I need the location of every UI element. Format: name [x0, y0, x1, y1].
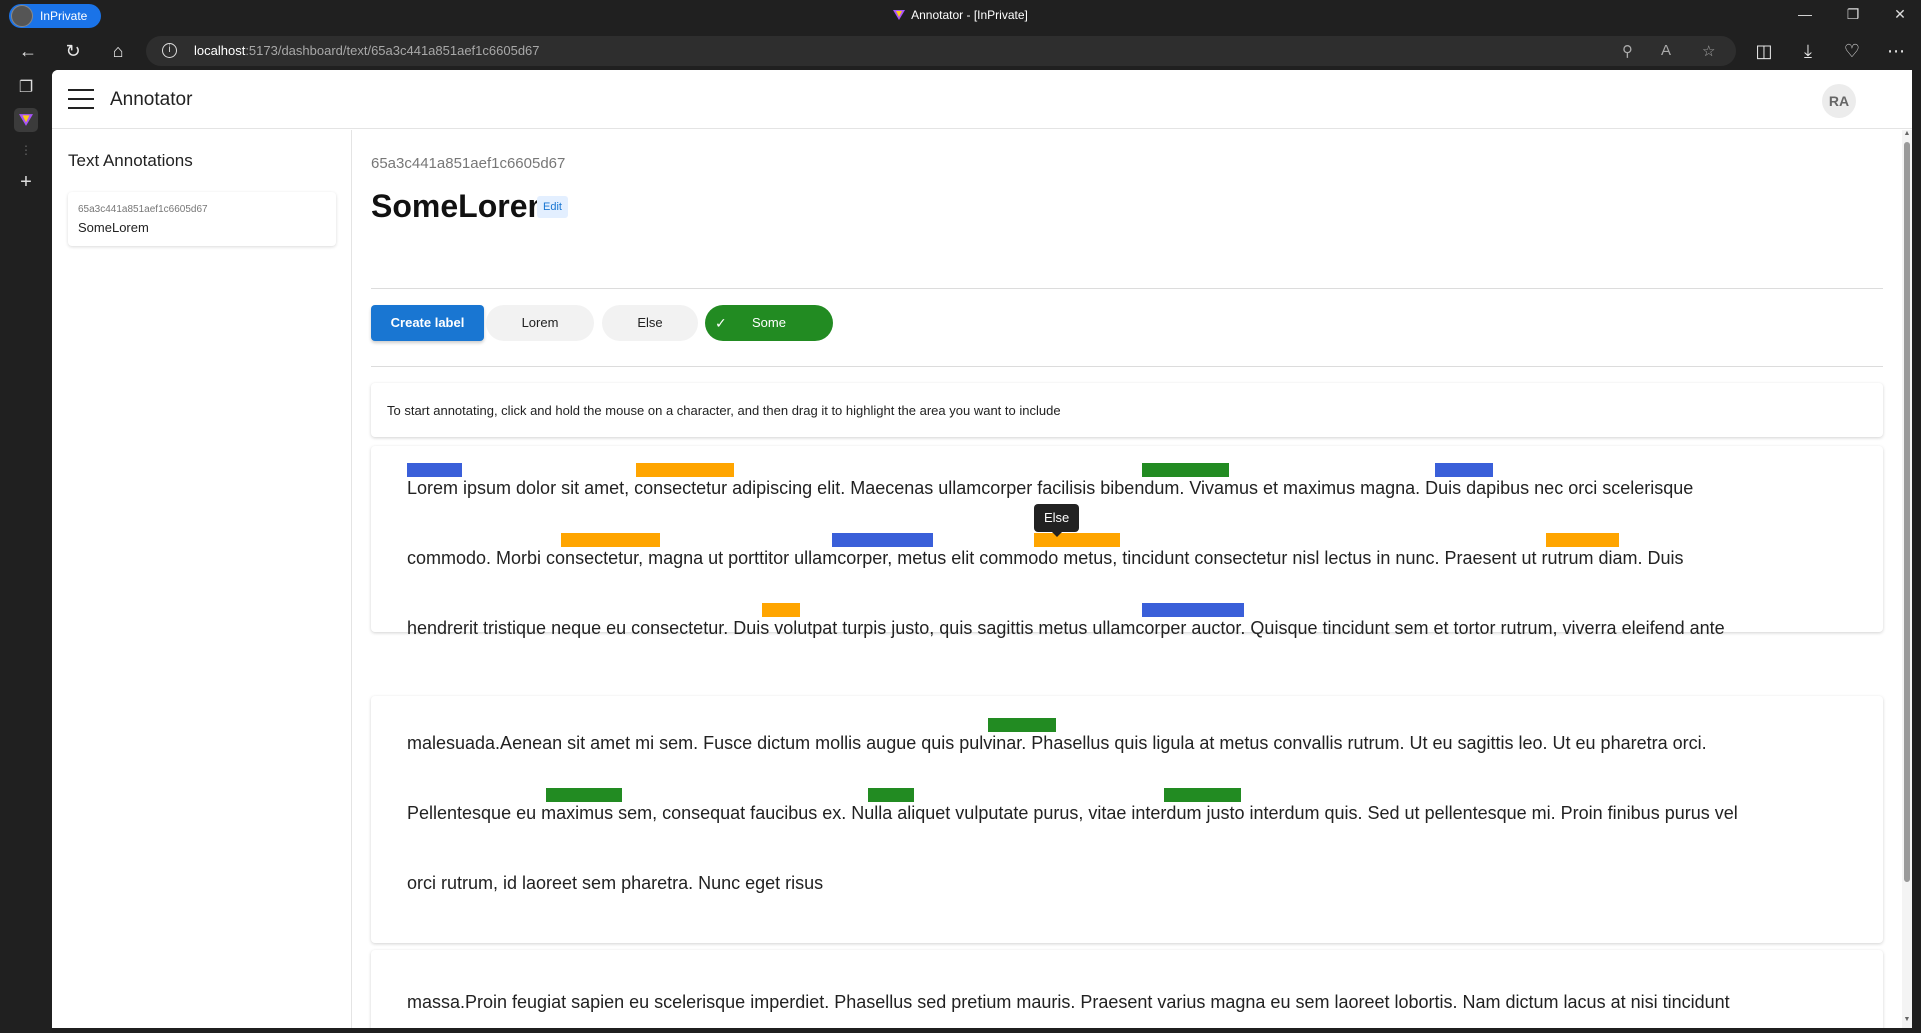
- annotation-mark-some[interactable]: [988, 718, 1056, 732]
- window-title: Annotator - [InPrivate]: [0, 8, 1921, 22]
- key-icon[interactable]: ⚲: [1622, 42, 1633, 60]
- browser-toolbar: ← ↻ ⌂ i localhost:5173/dashboard/text/65…: [0, 32, 1921, 70]
- annotation-mark-some[interactable]: [1164, 788, 1241, 802]
- close-icon[interactable]: ✕: [1890, 6, 1910, 23]
- annotation-mark-lorem[interactable]: [407, 463, 462, 477]
- new-tab-icon[interactable]: +: [14, 170, 38, 194]
- check-icon: ✓: [715, 315, 727, 331]
- info-icon[interactable]: i: [162, 43, 177, 58]
- label-chip-text: Else: [637, 315, 663, 330]
- sidebar-item-name: SomeLorem: [78, 220, 149, 235]
- instructions-card: To start annotating, click and hold the …: [371, 383, 1883, 437]
- more-icon[interactable]: ⋯: [1884, 40, 1908, 62]
- label-chip-some[interactable]: ✓ Some: [705, 305, 833, 341]
- refresh-icon[interactable]: ↻: [61, 40, 85, 62]
- paragraph-card[interactable]: massa.Proin feugiat sapien eu scelerisqu…: [371, 950, 1883, 1028]
- page-scrollbar[interactable]: ▲ ▼: [1902, 130, 1912, 1028]
- vertical-tab-strip: ❐ ⋮ +: [0, 70, 52, 1033]
- label-chip-lorem[interactable]: Lorem: [486, 305, 594, 341]
- annotation-mark-else[interactable]: [561, 533, 660, 547]
- annotation-mark-some[interactable]: [546, 788, 622, 802]
- document-id: 65a3c441a851aef1c6605d67: [371, 155, 566, 172]
- document-title: SomeLorem: [371, 188, 556, 224]
- divider: [371, 288, 1883, 289]
- user-avatar[interactable]: RA: [1822, 84, 1856, 118]
- label-chip-text: Some: [752, 315, 786, 330]
- home-icon[interactable]: ⌂: [106, 40, 130, 62]
- paragraph-card[interactable]: malesuada.Aenean sit amet mi sem. Fusce …: [371, 696, 1883, 943]
- text-line[interactable]: orci rutrum, id laoreet sem pharetra. Nu…: [407, 873, 823, 894]
- instructions-text: To start annotating, click and hold the …: [387, 403, 1061, 418]
- download-icon[interactable]: ⤓: [1796, 40, 1820, 62]
- text-line[interactable]: commodo. Morbi consectetur, magna ut por…: [407, 548, 1684, 569]
- divider: [371, 366, 1883, 367]
- vite-icon: [893, 10, 906, 20]
- label-chip-text: Lorem: [521, 315, 559, 330]
- tab-actions-icon[interactable]: ❐: [14, 76, 38, 100]
- paragraph-card[interactable]: Lorem ipsum dolor sit amet, consectetur …: [371, 446, 1883, 638]
- sidebar-item-id: 65a3c441a851aef1c6605d67: [78, 204, 208, 215]
- main-content: 65a3c441a851aef1c6605d67 SomeLorem Edit …: [353, 130, 1902, 1028]
- annotation-mark-some[interactable]: [1142, 463, 1229, 477]
- read-aloud-icon[interactable]: A: [1661, 42, 1671, 59]
- text-line[interactable]: hendrerit tristique neque eu consectetur…: [407, 618, 1725, 639]
- favorite-star-icon[interactable]: ☆: [1702, 42, 1715, 60]
- annotation-tooltip: Else: [1034, 504, 1080, 537]
- text-line[interactable]: Pellentesque eu maximus sem, consequat f…: [407, 803, 1738, 824]
- text-line[interactable]: massa.Proin feugiat sapien eu scelerisqu…: [407, 992, 1730, 1013]
- text-line[interactable]: malesuada.Aenean sit amet mi sem. Fusce …: [407, 733, 1707, 754]
- annotation-mark-else[interactable]: [1546, 533, 1619, 547]
- browser-essentials-icon[interactable]: ♡: [1840, 40, 1864, 62]
- annotation-mark-lorem[interactable]: [1435, 463, 1493, 477]
- minimize-icon[interactable]: —: [1795, 6, 1815, 22]
- annotation-mark-some[interactable]: [868, 788, 914, 802]
- scroll-down-icon[interactable]: ▼: [1902, 1016, 1912, 1023]
- annotation-mark-else[interactable]: [636, 463, 734, 477]
- text-line[interactable]: Lorem ipsum dolor sit amet, consectetur …: [407, 478, 1693, 499]
- annotation-mark-lorem[interactable]: [1142, 603, 1244, 617]
- browser-titlebar: InPrivate Annotator - [InPrivate] — ❐ ✕: [0, 0, 1921, 32]
- url-text[interactable]: localhost:5173/dashboard/text/65a3c441a8…: [194, 43, 540, 58]
- vite-icon: [19, 114, 33, 126]
- tab-annotator[interactable]: [14, 108, 38, 132]
- address-bar[interactable]: i localhost:5173/dashboard/text/65a3c441…: [146, 36, 1736, 66]
- page-viewport: Annotator RA Text Annotations 65a3c441a8…: [52, 70, 1912, 1028]
- restore-icon[interactable]: ❐: [1843, 6, 1863, 23]
- menu-icon[interactable]: [68, 89, 94, 109]
- label-chip-else[interactable]: Else: [602, 305, 698, 341]
- annotation-mark-lorem[interactable]: [832, 533, 933, 547]
- annotation-mark-else[interactable]: [762, 603, 800, 617]
- window-title-text: Annotator - [InPrivate]: [911, 8, 1028, 22]
- app-title: Annotator: [110, 89, 193, 110]
- scrollbar-thumb[interactable]: [1904, 142, 1910, 882]
- back-icon[interactable]: ←: [16, 40, 40, 62]
- tab-divider-icon: ⋮: [20, 143, 32, 157]
- sidebar-heading: Text Annotations: [68, 151, 193, 170]
- sidebar-item-document[interactable]: 65a3c441a851aef1c6605d67 SomeLorem: [68, 192, 336, 246]
- annotation-mark-else[interactable]: [1034, 533, 1120, 547]
- create-label-button[interactable]: Create label: [371, 305, 484, 341]
- app-bar: Annotator RA: [52, 70, 1912, 129]
- sidebar: Text Annotations 65a3c441a851aef1c6605d6…: [52, 130, 352, 1028]
- edit-title-button[interactable]: Edit: [537, 196, 568, 218]
- scroll-up-icon[interactable]: ▲: [1902, 130, 1912, 137]
- split-screen-icon[interactable]: ◫: [1752, 40, 1776, 62]
